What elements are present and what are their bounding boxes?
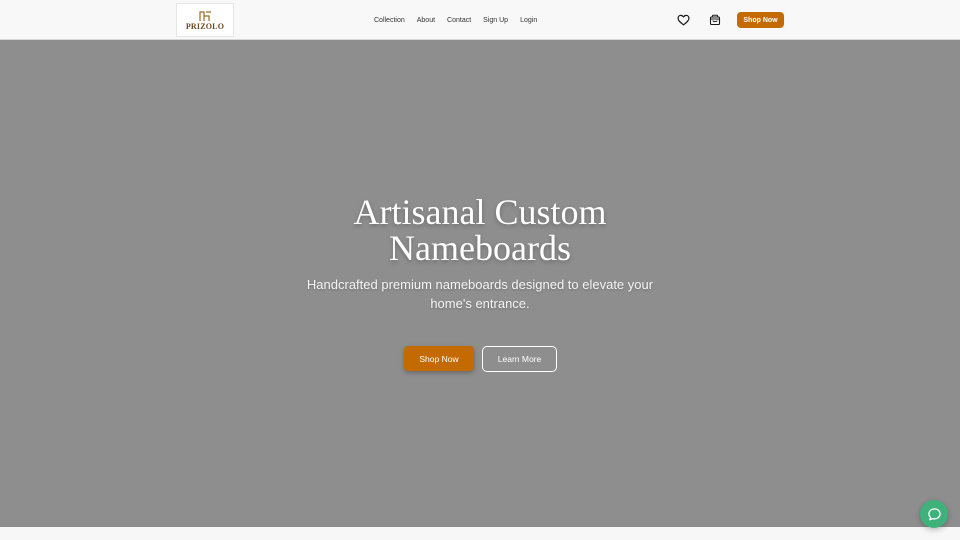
nav-link-about[interactable]: About xyxy=(417,17,435,24)
hero-subtitle: Handcrafted premium nameboards designed … xyxy=(306,277,654,311)
logo-mark-icon xyxy=(199,10,211,21)
nav-link-sign-up[interactable]: Sign Up xyxy=(483,17,508,24)
hero-title: Artisanal Custom Nameboards xyxy=(353,192,607,268)
cart-button[interactable] xyxy=(707,12,723,28)
shopping-bag-icon xyxy=(709,14,721,26)
brand-logo[interactable]: PRIZOLO xyxy=(176,3,234,37)
nav-link-contact[interactable]: Contact xyxy=(447,17,471,24)
hero-shop-now-button[interactable]: Shop Now xyxy=(404,346,474,371)
nav-link-login[interactable]: Login xyxy=(520,17,537,24)
main-nav: Collection About Contact Sign Up Login xyxy=(374,0,537,40)
nav-shop-now-button[interactable]: Shop Now xyxy=(737,12,784,28)
logo-text: PRIZOLO xyxy=(185,21,225,31)
nav-link-collection[interactable]: Collection xyxy=(374,17,405,24)
chat-bubble-icon xyxy=(927,507,941,520)
chat-button[interactable] xyxy=(920,500,948,528)
navbar: PRIZOLO Collection About Contact Sign Up… xyxy=(0,0,960,40)
wishlist-button[interactable] xyxy=(675,12,691,28)
next-section-edge xyxy=(0,527,960,540)
hero-section: Artisanal Custom Nameboards Handcrafted … xyxy=(0,40,960,527)
hero-learn-more-button[interactable]: Learn More xyxy=(482,346,557,372)
heart-icon xyxy=(676,14,690,26)
